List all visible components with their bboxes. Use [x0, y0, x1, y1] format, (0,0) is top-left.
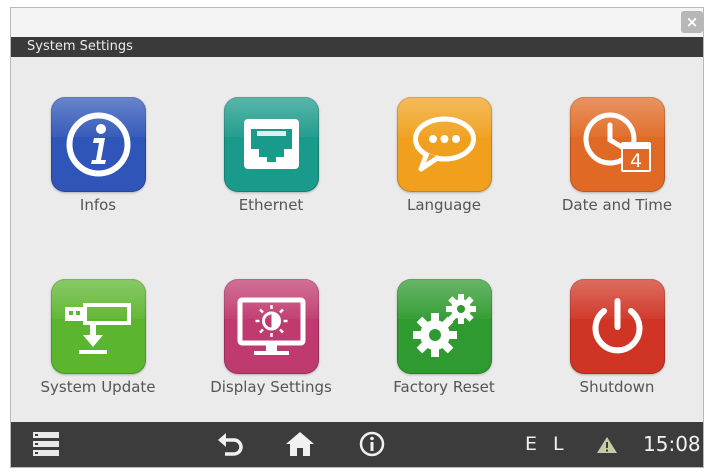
tile-language-label: Language — [406, 196, 482, 214]
tile-shutdown[interactable]: Shutdown — [537, 279, 697, 419]
settings-grid: Infos Ethernet Language 4 Date and Time … — [11, 57, 703, 422]
tile-ethernet[interactable]: Ethernet — [191, 97, 351, 237]
speech-bubble-icon — [397, 97, 492, 192]
back-arrow-icon[interactable] — [217, 432, 243, 460]
tile-factory-reset[interactable]: Factory Reset — [364, 279, 524, 419]
tile-infos-label: Infos — [79, 196, 117, 214]
menu-list-icon[interactable] — [33, 432, 59, 460]
clock-time: 15:08 — [643, 432, 701, 456]
tile-shutdown-label: Shutdown — [579, 378, 655, 396]
gears-icon — [397, 279, 492, 374]
tile-factory-reset-label: Factory Reset — [393, 378, 495, 396]
tile-infos[interactable]: Infos — [18, 97, 178, 237]
indicator-l: L — [553, 433, 564, 455]
close-icon: × — [685, 13, 699, 31]
tile-system-update-label: System Update — [40, 378, 156, 396]
ethernet-port-icon — [224, 97, 319, 192]
warning-triangle-icon — [596, 436, 618, 458]
indicator-e: E — [525, 433, 538, 455]
close-button[interactable]: × — [681, 11, 703, 33]
settings-window: × System Settings Infos Ethernet Languag… — [10, 7, 704, 468]
calendar-day: 4 — [630, 150, 642, 172]
window-top-strip — [11, 8, 703, 37]
tile-language[interactable]: Language — [364, 97, 524, 237]
tile-display-settings-label: Display Settings — [210, 378, 332, 396]
monitor-brightness-icon — [224, 279, 319, 374]
home-icon[interactable] — [285, 431, 315, 461]
usb-download-icon — [51, 279, 146, 374]
tile-display-settings[interactable]: Display Settings — [191, 279, 351, 419]
tile-ethernet-label: Ethernet — [238, 196, 304, 214]
tile-date-and-time[interactable]: 4 Date and Time — [537, 97, 697, 237]
power-icon — [570, 279, 665, 374]
clock-calendar-icon: 4 — [570, 97, 665, 192]
info-circle-icon[interactable] — [359, 431, 385, 461]
status-bar: E L 15:08 — [11, 422, 703, 467]
window-title: System Settings — [11, 37, 703, 57]
tile-system-update[interactable]: System Update — [18, 279, 178, 419]
info-icon — [51, 97, 146, 192]
tile-date-and-time-label: Date and Time — [561, 196, 673, 214]
